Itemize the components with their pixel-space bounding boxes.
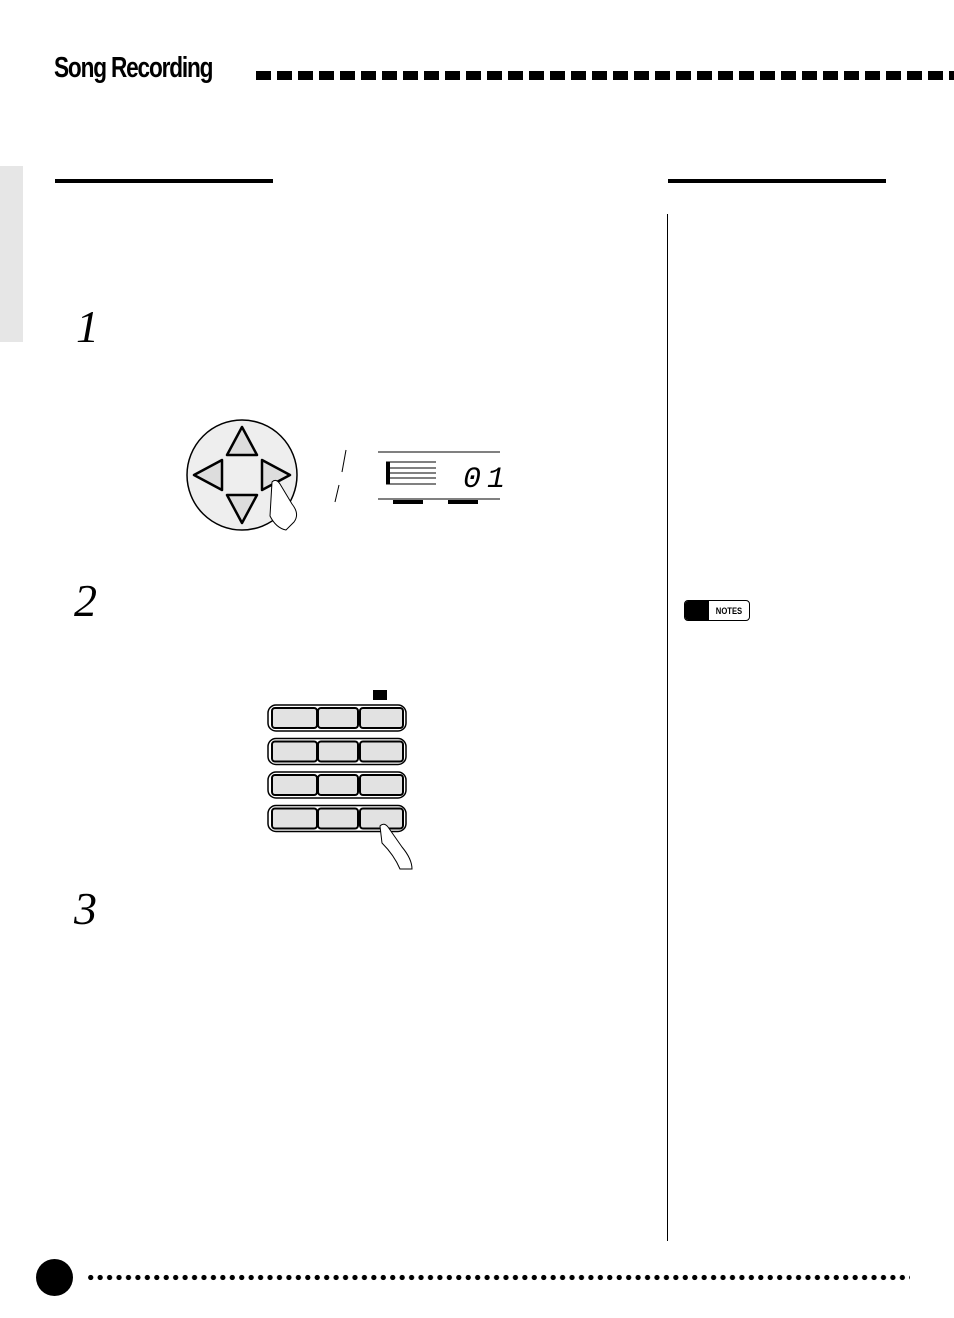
footer-dot-rule [86, 1274, 910, 1281]
section-rule-left [55, 179, 273, 183]
panel-button[interactable] [359, 740, 404, 763]
step-number-1: 1 [76, 301, 99, 352]
notes-badge: NOTES [684, 600, 750, 621]
cursor-pad-icon [186, 419, 500, 531]
step-number-2: 2 [74, 575, 97, 626]
panel-button[interactable] [271, 740, 318, 763]
panel-button[interactable] [271, 807, 318, 830]
lcd-value: 01 [463, 463, 512, 497]
panel-button[interactable] [317, 774, 359, 796]
header-dash-rule [256, 71, 954, 80]
column-divider [667, 214, 668, 1241]
side-tab [0, 166, 23, 342]
section-rule-right [668, 179, 886, 183]
button-panel [267, 690, 413, 870]
panel-button[interactable] [359, 707, 404, 729]
page-number-circle [36, 1259, 73, 1296]
panel-button[interactable] [271, 707, 318, 729]
panel-button[interactable] [317, 740, 359, 763]
notes-label: NOTES [715, 605, 743, 616]
notes-speech-icon [685, 601, 709, 620]
step-number-3: 3 [74, 883, 97, 934]
panel-button[interactable] [359, 774, 404, 796]
page-title: Song Recording [54, 52, 213, 84]
panel-button[interactable] [317, 807, 359, 830]
panel-button[interactable] [271, 774, 318, 796]
card-icon [373, 690, 387, 700]
panel-button[interactable] [317, 707, 359, 729]
